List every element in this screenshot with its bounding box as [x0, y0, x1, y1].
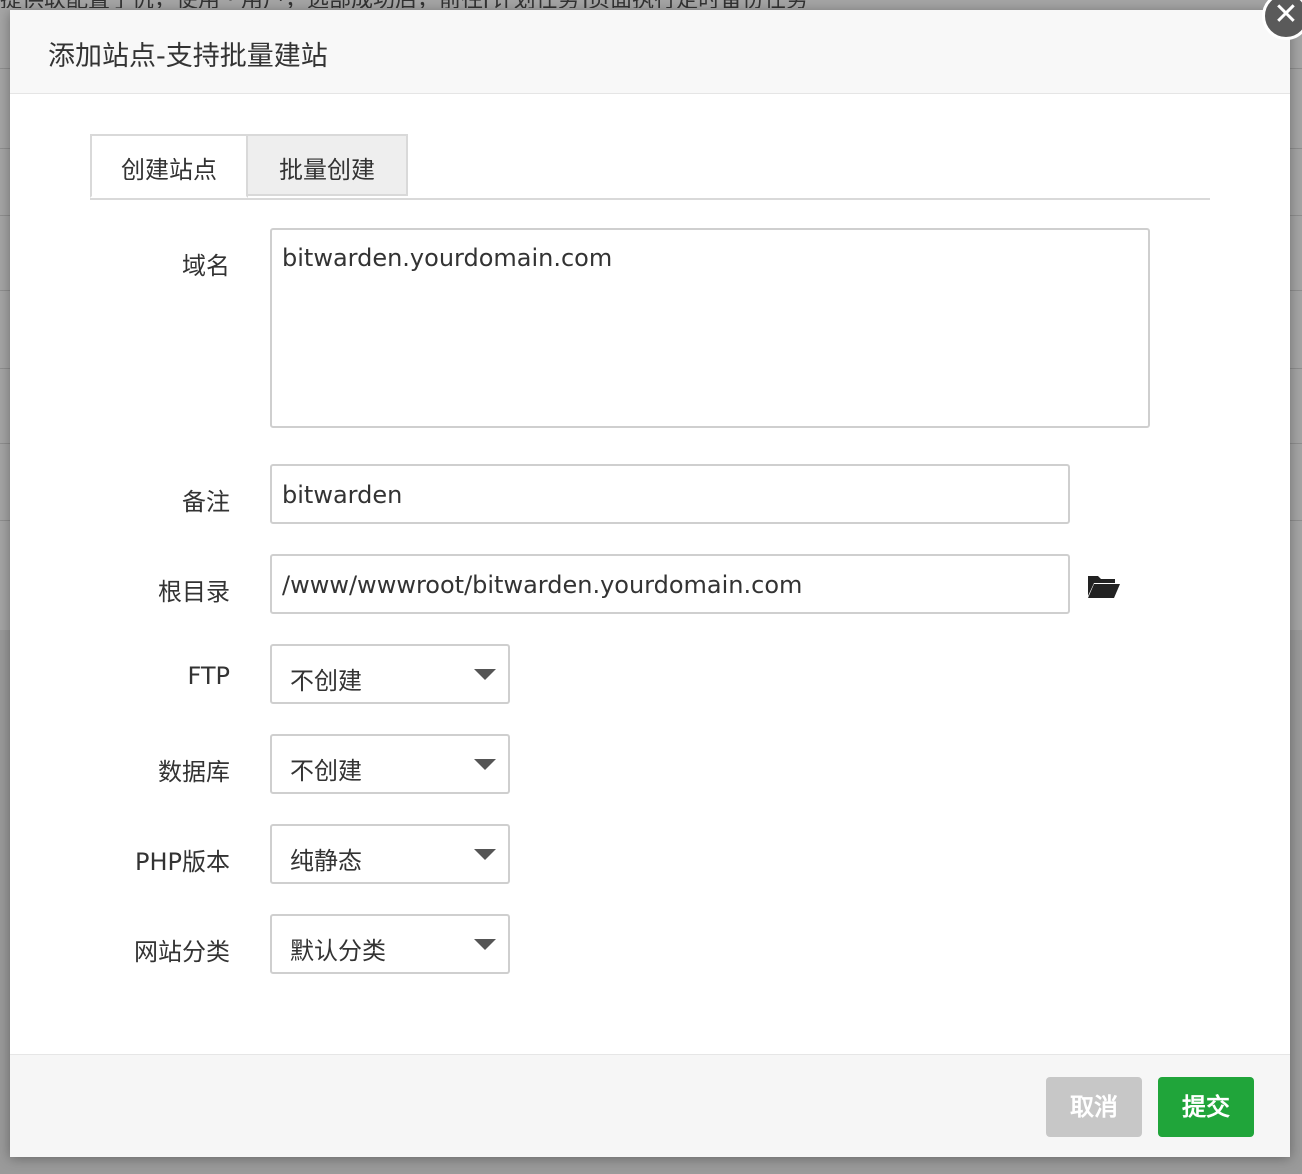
php-version-select[interactable]: 纯静态	[270, 824, 510, 884]
tab-bar: 创建站点 批量创建	[90, 134, 1210, 200]
ftp-selected: 不创建	[290, 667, 362, 695]
domain-textarea[interactable]: bitwarden.yourdomain.com	[270, 228, 1150, 428]
php-version-selected: 纯静态	[290, 847, 362, 875]
ftp-select[interactable]: 不创建	[270, 644, 510, 704]
root-dir-value: /www/wwwroot/bitwarden.yourdomain.com	[282, 571, 803, 599]
submit-button[interactable]: 提交	[1158, 1077, 1254, 1137]
add-site-dialog: 添加站点-支持批量建站 创建站点 批量创建 域名 bitwarden.yourd…	[10, 0, 1302, 1157]
chevron-down-icon	[474, 849, 496, 860]
background-notice-text: 提供联配置了仇，使用 · 用户，选部成功后，前往[计划任务]页面执行定时备份任务	[0, 0, 1260, 8]
chevron-down-icon	[474, 939, 496, 950]
site-category-selected: 默认分类	[290, 937, 386, 965]
remark-input[interactable]: bitwarden	[270, 464, 1070, 524]
folder-open-icon[interactable]	[1086, 572, 1120, 600]
root-dir-label: 根目录	[158, 578, 230, 606]
remark-label: 备注	[182, 488, 230, 516]
dialog-title: 添加站点-支持批量建站	[48, 41, 328, 72]
root-dir-input[interactable]: /www/wwwroot/bitwarden.yourdomain.com	[270, 554, 1070, 614]
site-category-select[interactable]: 默认分类	[270, 914, 510, 974]
remark-value: bitwarden	[282, 481, 403, 509]
chevron-down-icon	[474, 759, 496, 770]
tab-batch-create[interactable]: 批量创建	[248, 134, 408, 196]
domain-value: bitwarden.yourdomain.com	[282, 244, 613, 272]
ftp-label: FTP	[187, 662, 230, 690]
site-category-label: 网站分类	[134, 938, 230, 966]
dialog-header: 添加站点-支持批量建站	[10, 10, 1290, 94]
domain-label: 域名	[182, 252, 230, 280]
cancel-button[interactable]: 取消	[1046, 1077, 1142, 1137]
chevron-down-icon	[474, 669, 496, 680]
dialog-footer: 取消 提交	[10, 1054, 1290, 1157]
php-version-label: PHP版本	[135, 848, 230, 876]
tab-create-site[interactable]: 创建站点	[90, 134, 248, 198]
database-select[interactable]: 不创建	[270, 734, 510, 794]
database-label: 数据库	[158, 758, 230, 786]
database-selected: 不创建	[290, 757, 362, 785]
